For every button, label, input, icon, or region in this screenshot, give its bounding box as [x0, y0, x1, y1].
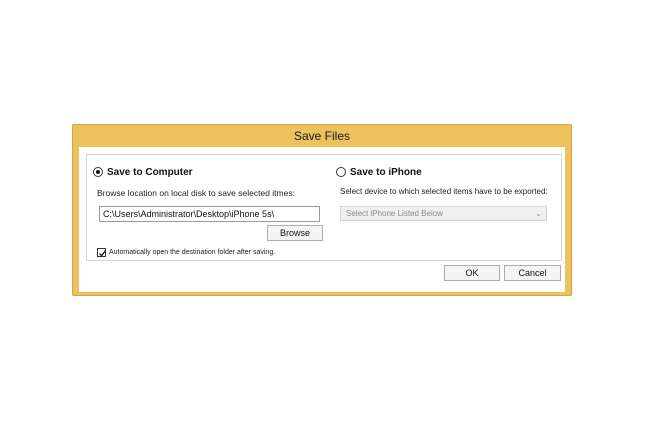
dialog-title: Save Files	[293, 129, 351, 143]
save-options-group: Save to Computer Browse location on loca…	[86, 154, 562, 261]
auto-open-option[interactable]: Automatically open the destination folde…	[97, 246, 275, 258]
radio-unselected-icon[interactable]	[336, 167, 346, 177]
save-files-dialog: Save Files Save to Computer Browse locat…	[72, 124, 572, 296]
radio-selected-icon[interactable]	[93, 167, 103, 177]
save-to-iphone-option[interactable]: Save to iPhone	[336, 165, 422, 179]
browse-location-label: Browse location on local disk to save se…	[97, 188, 295, 198]
iphone-device-select-value: Select iPhone Listed Below	[346, 209, 443, 218]
dialog-client-area: Save to Computer Browse location on loca…	[79, 147, 565, 292]
iphone-device-select[interactable]: Select iPhone Listed Below ⌄	[340, 206, 547, 221]
save-to-iphone-label: Save to iPhone	[350, 166, 422, 178]
select-device-label: Select device to which selected items ha…	[340, 187, 548, 196]
checkmark-icon	[99, 249, 106, 257]
save-to-computer-label: Save to Computer	[107, 166, 193, 178]
chevron-down-icon: ⌄	[535, 209, 542, 218]
ok-button[interactable]: OK	[444, 265, 500, 281]
save-to-computer-option[interactable]: Save to Computer	[93, 165, 193, 179]
destination-path-field[interactable]: C:\Users\Administrator\Desktop\iPhone 5s…	[99, 206, 320, 222]
auto-open-label: Automatically open the destination folde…	[109, 248, 276, 256]
cancel-button[interactable]: Cancel	[504, 265, 561, 281]
auto-open-checkbox[interactable]	[97, 247, 106, 257]
browse-button[interactable]: Browse	[267, 225, 323, 241]
